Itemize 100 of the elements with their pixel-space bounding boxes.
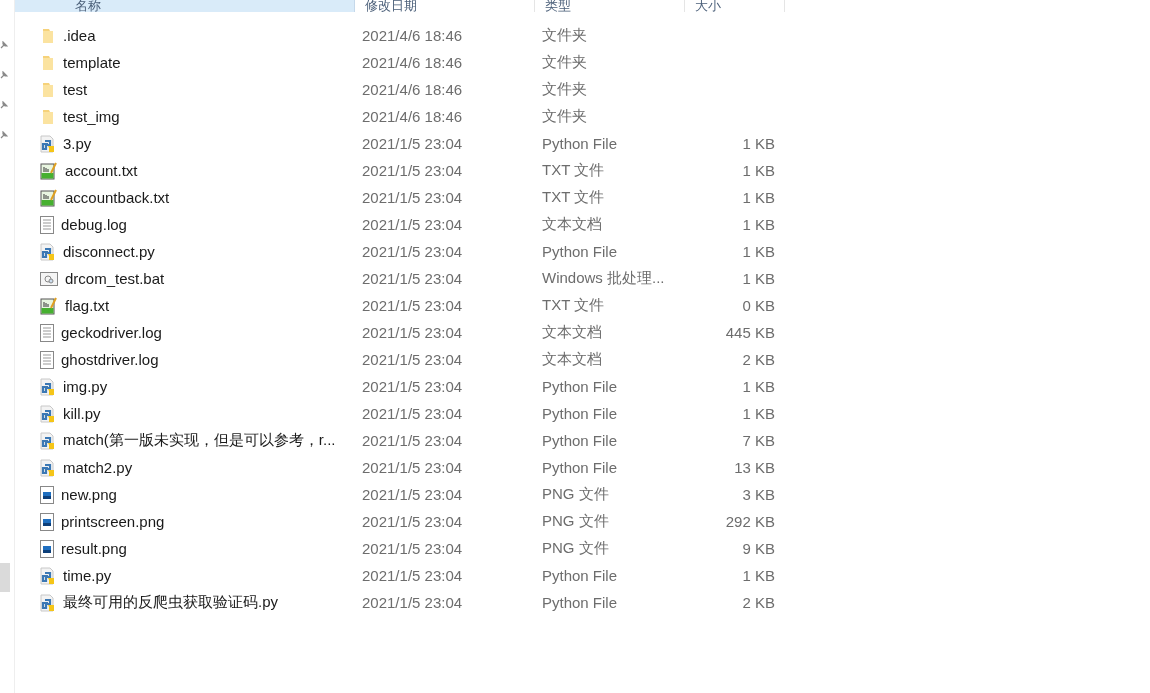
text-file-icon xyxy=(40,215,54,234)
file-type: 文本文档 xyxy=(541,323,603,342)
file-name[interactable]: test xyxy=(63,81,88,98)
column-header[interactable]: 名称 xyxy=(15,0,355,12)
file-type: Python File xyxy=(541,594,619,611)
modified-date: 2021/1/5 23:04 xyxy=(361,162,464,179)
file-type: Python File xyxy=(541,432,619,449)
file-type: PNG 文件 xyxy=(541,485,610,504)
pin-icon[interactable] xyxy=(0,101,8,109)
file-name[interactable]: new.png xyxy=(61,486,117,503)
file-size: 1 KB xyxy=(742,567,775,584)
folder-icon xyxy=(40,81,56,98)
file-type: 文件夹 xyxy=(541,80,588,99)
pin-icon[interactable] xyxy=(0,131,8,139)
file-type: Python File xyxy=(541,567,619,584)
column-header[interactable]: 修改日期 xyxy=(355,0,535,12)
file-type: Python File xyxy=(541,135,619,152)
file-type: Python File xyxy=(541,459,619,476)
folder-icon xyxy=(40,54,56,71)
file-size: 1 KB xyxy=(742,270,775,287)
modified-date: 2021/1/5 23:04 xyxy=(361,540,464,557)
modified-date: 2021/4/6 18:46 xyxy=(361,27,464,44)
file-name[interactable]: drcom_test.bat xyxy=(65,270,165,287)
file-type: 文本文档 xyxy=(541,215,603,234)
file-type: TXT 文件 xyxy=(541,161,606,180)
file-type: Python File xyxy=(541,378,619,395)
file-name[interactable]: img.py xyxy=(63,378,108,395)
column-header[interactable]: 类型 xyxy=(535,0,685,12)
scrollbar-thumb[interactable] xyxy=(0,563,10,592)
file-type: 文件夹 xyxy=(541,53,588,72)
file-name[interactable]: accountback.txt xyxy=(65,189,170,206)
modified-date: 2021/1/5 23:04 xyxy=(361,405,464,422)
file-size: 1 KB xyxy=(742,216,775,233)
notepad-icon xyxy=(40,161,58,180)
file-name[interactable]: match(第一版未实现，但是可以参考，r... xyxy=(63,431,336,450)
pin-icon[interactable] xyxy=(0,71,8,79)
file-type: PNG 文件 xyxy=(541,539,610,558)
file-name[interactable]: debug.log xyxy=(61,216,127,233)
python-file-icon xyxy=(40,431,56,450)
modified-date: 2021/1/5 23:04 xyxy=(361,243,464,260)
modified-date: 2021/1/5 23:04 xyxy=(361,135,464,152)
text-file-icon xyxy=(40,350,54,369)
file-name[interactable]: disconnect.py xyxy=(63,243,155,260)
python-file-icon xyxy=(40,404,56,423)
file-size: 9 KB xyxy=(742,540,775,557)
file-name[interactable]: geckodriver.log xyxy=(61,324,162,341)
modified-date: 2021/1/5 23:04 xyxy=(361,594,464,611)
modified-date: 2021/1/5 23:04 xyxy=(361,324,464,341)
modified-date: 2021/1/5 23:04 xyxy=(361,189,464,206)
file-type: TXT 文件 xyxy=(541,188,606,207)
modified-date: 2021/1/5 23:04 xyxy=(361,378,464,395)
file-name[interactable]: test_img xyxy=(63,108,120,125)
file-size: 1 KB xyxy=(742,189,775,206)
python-file-icon xyxy=(40,458,56,477)
file-size: 1 KB xyxy=(742,405,775,422)
modified-date: 2021/1/5 23:04 xyxy=(361,270,464,287)
file-name[interactable]: account.txt xyxy=(65,162,138,179)
file-type: Python File xyxy=(541,243,619,260)
file-type: Python File xyxy=(541,405,619,422)
column-header[interactable]: 大小 xyxy=(685,0,785,12)
file-name[interactable]: 最终可用的反爬虫获取验证码.py xyxy=(63,593,278,612)
image-file-icon xyxy=(40,539,54,558)
file-name[interactable]: flag.txt xyxy=(65,297,110,314)
file-name[interactable]: printscreen.png xyxy=(61,513,165,530)
python-file-icon xyxy=(40,566,56,585)
file-name[interactable]: kill.py xyxy=(63,405,101,422)
file-type: 文件夹 xyxy=(541,107,588,126)
file-name[interactable]: ghostdriver.log xyxy=(61,351,159,368)
pin-icon[interactable] xyxy=(0,41,8,49)
modified-date: 2021/4/6 18:46 xyxy=(361,108,464,125)
file-size: 7 KB xyxy=(742,432,775,449)
file-type: PNG 文件 xyxy=(541,512,610,531)
file-name[interactable]: .idea xyxy=(63,27,96,44)
file-size: 445 KB xyxy=(725,324,775,341)
modified-date: 2021/1/5 23:04 xyxy=(361,216,464,233)
file-size: 1 KB xyxy=(742,135,775,152)
file-type: TXT 文件 xyxy=(541,296,606,315)
modified-date: 2021/1/5 23:04 xyxy=(361,567,464,584)
file-size: 13 KB xyxy=(734,459,775,476)
file-type: 文本文档 xyxy=(541,350,603,369)
file-name[interactable]: 3.py xyxy=(63,135,92,152)
file-size: 0 KB xyxy=(742,297,775,314)
image-file-icon xyxy=(40,512,54,531)
file-size: 2 KB xyxy=(742,594,775,611)
file-name[interactable]: match2.py xyxy=(63,459,133,476)
file-name[interactable]: result.png xyxy=(61,540,127,557)
modified-date: 2021/1/5 23:04 xyxy=(361,351,464,368)
notepad-icon xyxy=(40,188,58,207)
python-file-icon xyxy=(40,593,56,612)
python-file-icon xyxy=(40,134,56,153)
file-name[interactable]: time.py xyxy=(63,567,112,584)
text-file-icon xyxy=(40,323,54,342)
image-file-icon xyxy=(40,485,54,504)
folder-icon xyxy=(40,27,56,44)
modified-date: 2021/1/5 23:04 xyxy=(361,297,464,314)
file-name[interactable]: template xyxy=(63,54,121,71)
file-size: 1 KB xyxy=(742,243,775,260)
folder-icon xyxy=(40,108,56,125)
file-size: 1 KB xyxy=(742,378,775,395)
modified-date: 2021/4/6 18:46 xyxy=(361,81,464,98)
